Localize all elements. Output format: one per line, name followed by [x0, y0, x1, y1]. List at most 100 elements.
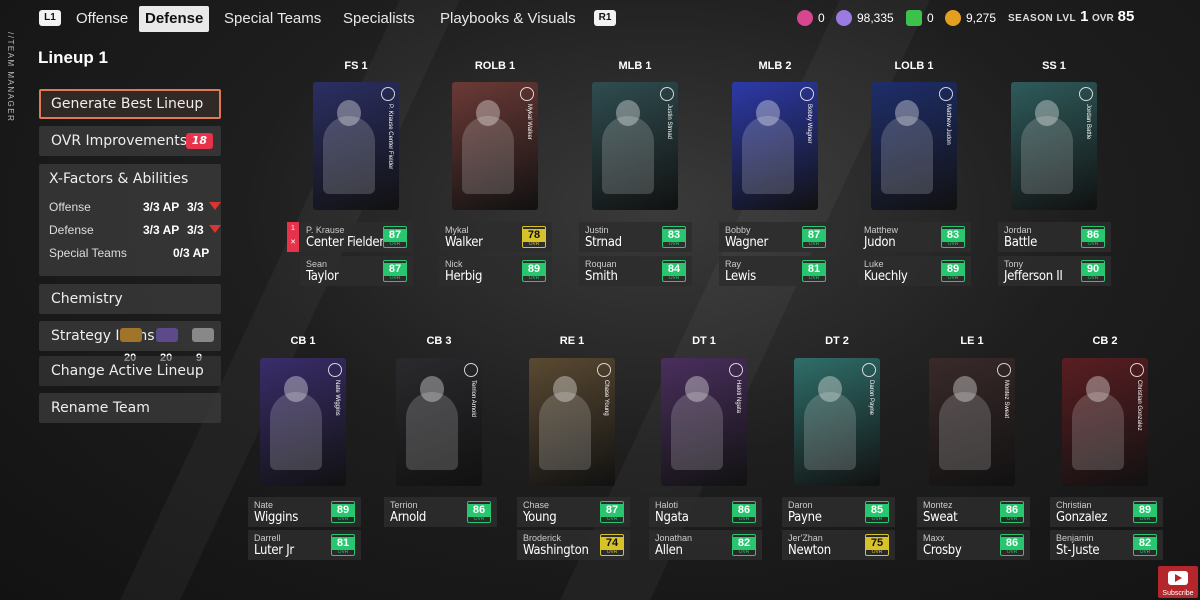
ovr-label: OVR [1006, 549, 1018, 555]
player-first-name: Tony [1004, 259, 1024, 269]
player-first-name: Terrion [390, 500, 418, 510]
player-slot[interactable]: Chase Young 87 OVR [517, 497, 630, 527]
rename-team-button[interactable]: Rename Team [39, 393, 221, 423]
player-slot[interactable]: Jordan Battle 86 OVR [998, 222, 1111, 252]
player-card[interactable]: Mykal Walker [452, 82, 538, 210]
tab-special-teams[interactable]: Special Teams [218, 6, 327, 32]
player-head [953, 376, 977, 402]
ovr-rating-badge: 89 OVR [331, 501, 355, 523]
player-first-name: Benjamin [1056, 533, 1094, 543]
player-slot[interactable]: Benjamin St-Juste 82 OVR [1050, 530, 1163, 560]
player-slot[interactable]: Terrion Arnold 86 OVR [384, 497, 497, 527]
player-card[interactable]: Jordan Battle [1011, 82, 1097, 210]
player-card[interactable]: Nate Wiggins [260, 358, 346, 486]
player-slot[interactable]: Ray Lewis 81 OVR [719, 256, 832, 286]
player-slot[interactable]: Daron Payne 85 OVR [782, 497, 895, 527]
player-head [1035, 100, 1059, 126]
player-last-name: Newton [788, 543, 831, 558]
ovr-rating-badge: 75 OVR [865, 534, 889, 556]
l1-button-hint[interactable]: L1 [39, 10, 61, 26]
player-figure [323, 116, 375, 194]
player-slot[interactable]: Maxx Crosby 86 OVR [917, 530, 1030, 560]
tab-playbooks-visuals[interactable]: Playbooks & Visuals [434, 6, 582, 32]
change-active-lineup-button[interactable]: Change Active Lineup [39, 356, 221, 386]
player-card[interactable]: Haloti Ngata [661, 358, 747, 486]
card-rating-icon [597, 363, 611, 377]
player-first-name: Nick [445, 259, 463, 269]
player-last-name: Arnold [390, 510, 427, 525]
play-icon [1168, 571, 1188, 585]
season-level: SEASON LVL 1 [1008, 8, 1089, 25]
ovr-improvements-button[interactable]: OVR Improvements 18 [39, 126, 221, 156]
tab-specialists[interactable]: Specialists [337, 6, 421, 32]
player-card[interactable]: Christian Gonzalez [1062, 358, 1148, 486]
position-label: DT 2 [825, 335, 849, 347]
card-player-name: Jordan Battle [1085, 104, 1091, 140]
r1-button-hint[interactable]: R1 [594, 10, 616, 26]
generate-best-lineup-button[interactable]: Generate Best Lineup [39, 89, 221, 119]
ovr-label: OVR [389, 241, 401, 247]
player-slot[interactable]: Matthew Judon 83 OVR [858, 222, 971, 252]
player-figure [939, 392, 991, 470]
player-card[interactable]: Matthew Judon [871, 82, 957, 210]
player-slot[interactable]: Darrell Luter Jr 81 OVR [248, 530, 361, 560]
player-first-name: Mykal [445, 225, 469, 235]
player-card[interactable]: Daron Payne [794, 358, 880, 486]
player-slot[interactable]: Montez Sweat 86 OVR [917, 497, 1030, 527]
coins-value: 98,335 [857, 11, 894, 25]
player-card[interactable]: P. Krause Center Fielder [313, 82, 399, 210]
tab-defense[interactable]: Defense [139, 6, 210, 32]
lineup-title: Lineup 1 [38, 48, 108, 67]
player-slot[interactable]: Nick Herbig 89 OVR [439, 256, 552, 286]
ovr-rating-badge: 86 OVR [1000, 501, 1024, 523]
xfactors-abilities-panel[interactable]: X-Factors & Abilities Offense 3/3 AP 3/3… [39, 164, 221, 276]
tab-offense[interactable]: Offense [70, 6, 134, 32]
ovr-label: OVR [668, 241, 680, 247]
player-slot[interactable]: Mykal Walker 78 OVR [439, 222, 552, 252]
player-slot[interactable]: Roquan Smith 84 OVR [579, 256, 692, 286]
ovr-label: OVR [1006, 516, 1018, 522]
xfactor-ap-secondary: 3/3 [187, 223, 204, 237]
player-last-name: Jefferson II [1004, 269, 1063, 284]
ovr-rating-badge: 78 OVR [522, 226, 546, 248]
points-icon [906, 10, 922, 26]
player-slot[interactable]: Jonathan Allen 82 OVR [649, 530, 762, 560]
player-slot[interactable]: 1 ✕ P. Krause Center Fielder 87 OVR [287, 222, 413, 252]
ovr-label: OVR [528, 275, 540, 281]
player-head [337, 100, 361, 126]
ut-coins-icon [836, 10, 852, 26]
ovr-rating-badge: 87 OVR [802, 226, 826, 248]
player-slot[interactable]: Haloti Ngata 86 OVR [649, 497, 762, 527]
ovr-rating-badge: 82 OVR [1133, 534, 1157, 556]
player-slot[interactable]: Broderick Washington 74 OVR [517, 530, 630, 560]
training-balance: 9,275 [945, 9, 996, 27]
card-player-name: Chase Young [603, 380, 609, 416]
player-last-name: Sweat [923, 510, 958, 525]
player-slot[interactable]: Justin Strnad 83 OVR [579, 222, 692, 252]
card-rating-icon [328, 363, 342, 377]
ovr-label: OVR [337, 516, 349, 522]
player-card[interactable]: Chase Young [529, 358, 615, 486]
chemistry-button[interactable]: Chemistry [39, 284, 221, 314]
player-last-name: Payne [788, 510, 822, 525]
player-slot[interactable]: Jer'Zhan Newton 75 OVR [782, 530, 895, 560]
player-slot[interactable]: Nate Wiggins 89 OVR [248, 497, 361, 527]
player-card[interactable]: Bobby Wagner [732, 82, 818, 210]
ovr-label: OVR [1087, 241, 1099, 247]
player-first-name: Justin [585, 225, 609, 235]
player-slot[interactable]: Luke Kuechly 89 OVR [858, 256, 971, 286]
player-slot[interactable]: Bobby Wagner 87 OVR [719, 222, 832, 252]
player-card[interactable]: Terrion Arnold [396, 358, 482, 486]
player-first-name: Montez [923, 500, 953, 510]
player-card[interactable]: Justin Strnad [592, 82, 678, 210]
player-slot[interactable]: Christian Gonzalez 89 OVR [1050, 497, 1163, 527]
player-card[interactable]: Montez Sweat [929, 358, 1015, 486]
player-slot[interactable]: Sean Taylor 87 OVR [300, 256, 413, 286]
player-slot[interactable]: Tony Jefferson II 90 OVR [998, 256, 1111, 286]
ovr-rating-badge: 87 OVR [600, 501, 624, 523]
card-player-name: Daron Payne [868, 380, 874, 416]
subscribe-button[interactable]: Subscribe [1158, 566, 1198, 598]
player-last-name: Judon [864, 235, 896, 250]
player-first-name: Jer'Zhan [788, 533, 823, 543]
ovr-label: OVR [947, 275, 959, 281]
